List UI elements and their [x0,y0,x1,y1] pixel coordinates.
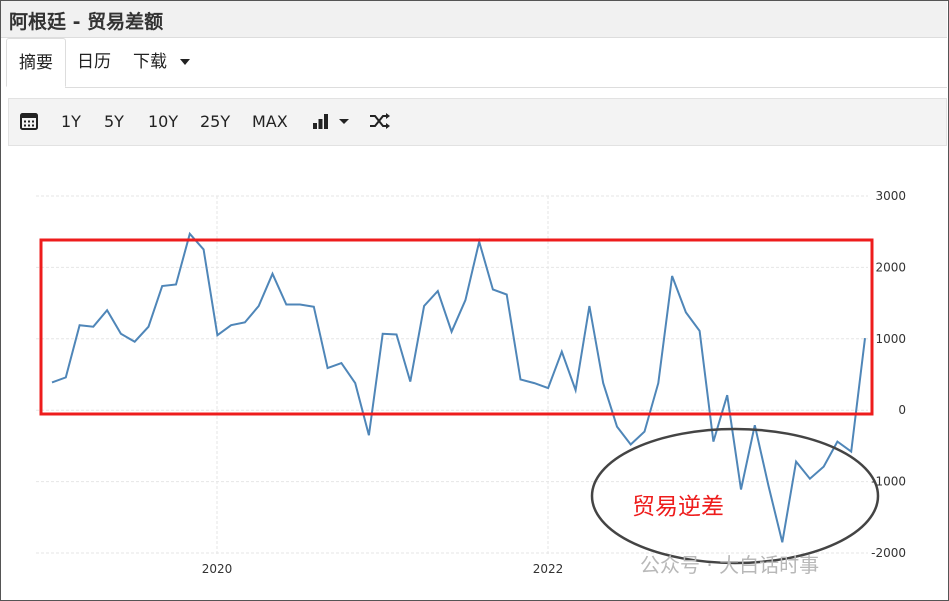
shuffle-icon[interactable] [369,112,391,134]
title-bar: 阿根廷 - 贸易差额 [1,1,947,38]
chevron-down-icon [180,59,191,65]
y-tick-label: -2000 [871,546,906,560]
y-tick-label: 3000 [875,189,906,203]
trade-surplus-highlight-box [39,238,874,416]
tab-calendar[interactable]: 日历 [65,38,123,87]
range-25y-button[interactable]: 25Y [200,111,230,133]
chevron-down-icon [339,119,349,124]
data-points [51,233,866,543]
x-tick-label: 2020 [202,562,233,576]
tab-divider [65,87,947,88]
trade-balance-line [51,231,866,543]
x-tick-label: 2022 [533,562,564,576]
tab-download-label: 下载 [133,52,167,72]
y-tick-label: 2000 [875,260,906,274]
watermark-text: 公众号 · 大白话时事 [640,553,820,577]
y-tick-label: 0 [898,403,906,417]
chart-toolbar: 1Y 5Y 10Y 25Y MAX [8,98,947,146]
range-5y-button[interactable]: 5Y [104,111,124,133]
trade-deficit-label: 贸易逆差 [632,494,724,520]
watermark: 公众号 · 大白话时事 [640,549,819,578]
tab-download[interactable]: 下载 [121,38,202,87]
range-10y-button[interactable]: 10Y [148,111,178,133]
range-1y-button[interactable]: 1Y [61,111,81,133]
trade-balance-chart: 2020 2022 3000200010000-1000-2000 贸易逆差 [36,189,906,576]
x-axis: 2020 2022 [202,562,564,576]
range-max-button[interactable]: MAX [252,111,288,133]
tab-summary[interactable]: 摘要 [6,38,66,87]
y-tick-label: 1000 [875,332,906,346]
tab-bar: 摘要 日历 下载 [1,38,947,88]
chart-grid [36,195,868,556]
page-title: 阿根廷 - 贸易差额 [9,11,164,33]
calendar-icon[interactable] [20,112,38,134]
tab-calendar-label: 日历 [77,52,111,72]
chart-type-dropdown[interactable] [312,112,352,134]
tab-summary-label: 摘要 [19,53,53,73]
bar-chart-icon [313,114,328,129]
